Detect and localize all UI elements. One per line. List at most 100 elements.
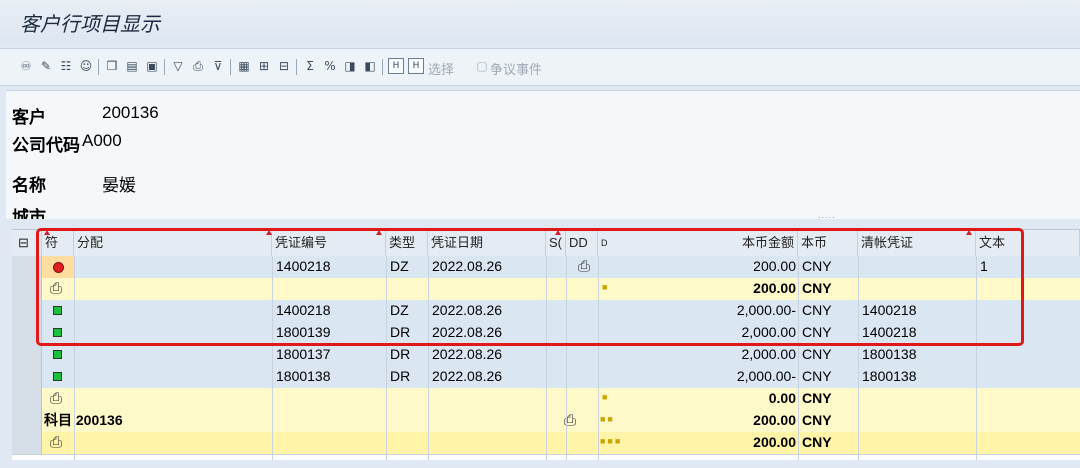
layout-icon[interactable]: ⊟ [12, 230, 42, 256]
row-selector[interactable] [12, 344, 42, 366]
row-selector[interactable] [12, 256, 42, 278]
company-code-label: 公司代码 [12, 136, 80, 155]
currency-cell: CNY [802, 368, 832, 384]
column-divider [566, 256, 567, 460]
layout2-icon[interactable]: ⊞ [256, 58, 272, 74]
row-background [42, 300, 1080, 322]
layout3-icon[interactable]: ⊟ [276, 58, 292, 74]
splitter-handle[interactable]: ..... [818, 211, 836, 220]
column-divider [798, 256, 799, 460]
column-divider [386, 256, 387, 460]
col-dd[interactable]: DD [566, 230, 598, 256]
amount-cell: 200.00 [753, 258, 796, 274]
sort-indicator [44, 230, 50, 235]
sort-indicator [376, 230, 382, 235]
row-background [42, 388, 1080, 410]
row-selector[interactable] [12, 366, 42, 388]
toolbar-separator [382, 59, 383, 75]
document-icon[interactable]: ⎙ [578, 258, 590, 275]
currency-cell: CNY [802, 324, 832, 340]
col-doc-date[interactable]: 凭证日期 [428, 230, 546, 256]
type-cell: DZ [390, 258, 409, 274]
document-icon[interactable]: ❒ [104, 58, 120, 74]
subtotal-icon: ⎙ [50, 390, 63, 407]
application-toolbar: ♾ ✎ ☷ ☺ ❒ ▤ ▣ ▽ ⎙ ⊽ ▦ ⊞ ⊟ Σ % ◨ ◧ H H 选择… [0, 48, 1080, 86]
sort-icon[interactable]: ⊽ [210, 58, 226, 74]
attach-icon[interactable]: ◧ [362, 58, 378, 74]
column-divider [272, 256, 273, 460]
row-selector[interactable] [12, 410, 42, 432]
date-cell: 2022.08.26 [432, 302, 503, 318]
currency-cell: CNY [802, 346, 832, 362]
sum-icon[interactable]: Σ [302, 58, 318, 74]
row-selector[interactable] [12, 300, 42, 322]
total-amount: 200.00 [753, 434, 796, 450]
h2-icon[interactable]: H [408, 58, 424, 74]
row-selector[interactable] [12, 322, 42, 344]
subtotal-icon: ⎙ [50, 280, 63, 297]
toolbar-separator [98, 59, 99, 75]
sort-indicator [966, 230, 972, 235]
col-amount[interactable]: D 本币金额 [598, 230, 798, 256]
row-selector[interactable] [12, 432, 42, 454]
type-cell: DR [390, 368, 411, 384]
filter-icon[interactable]: ▽ [170, 58, 186, 74]
date-cell: 2022.08.26 [432, 368, 503, 384]
h1-icon[interactable]: H [388, 58, 404, 74]
type-cell: DZ [390, 302, 409, 318]
export-icon[interactable]: ◨ [342, 58, 358, 74]
row-selector[interactable] [12, 388, 42, 410]
toolbar-separator [230, 59, 231, 75]
total-icon: ⎙ [50, 434, 63, 451]
status-green-icon [53, 372, 62, 381]
page-icon: ▢ [476, 59, 488, 73]
account-label: 科目 200136 [44, 412, 123, 428]
row-background [42, 278, 1080, 300]
col-clearing[interactable]: 清帐凭证 [858, 230, 976, 256]
row-background [42, 410, 1080, 432]
amount-cell: 2,000.00- [736, 302, 796, 318]
select-button[interactable]: 选择 [428, 59, 454, 78]
name-value: 晏媛 [102, 176, 136, 195]
date-cell: 2022.08.26 [432, 324, 503, 340]
toolbar-separator [296, 59, 297, 75]
name-label: 名称 [12, 176, 46, 195]
amount-cell: 2,000.00- [736, 368, 796, 384]
folder-icon[interactable]: ▤ [124, 58, 140, 74]
pencil-icon[interactable]: ✎ [38, 58, 54, 74]
line-items-grid: ⊟ 符 分配 凭证编号 类型 凭证日期 S( DD D 本币金额 本币 清帐凭证… [12, 229, 1080, 460]
subtotal-currency: CNY [802, 390, 832, 406]
layout-icon[interactable]: ▦ [236, 58, 252, 74]
row-selector[interactable] [12, 278, 42, 300]
type-cell: DR [390, 324, 411, 340]
col-d: D [601, 238, 608, 248]
status-green-icon [53, 328, 62, 337]
column-divider [74, 256, 75, 460]
person-icon[interactable]: ☺ [78, 58, 94, 74]
glasses-icon[interactable]: ♾ [18, 58, 34, 74]
column-divider [976, 256, 977, 460]
col-doc-no[interactable]: 凭证编号 [272, 230, 386, 256]
clearing-cell: 1400218 [862, 324, 917, 340]
total-currency: CNY [802, 434, 832, 450]
clearing-cell: 1800138 [862, 368, 917, 384]
text-cell: 1 [980, 258, 988, 274]
note-icon[interactable]: ▣ [144, 58, 160, 74]
city-label: 城市 [12, 208, 46, 219]
column-divider [546, 256, 547, 460]
column-divider [858, 256, 859, 460]
status-green-icon [53, 350, 62, 359]
toolbar-separator [164, 59, 165, 75]
row-background [42, 344, 1080, 366]
grid-icon[interactable]: ☷ [58, 58, 74, 74]
col-currency[interactable]: 本币 [798, 230, 858, 256]
subtotal-icon[interactable]: % [322, 58, 338, 74]
col-assign[interactable]: 分配 [74, 230, 272, 256]
col-type[interactable]: 类型 [386, 230, 428, 256]
type-cell: DR [390, 346, 411, 362]
print-icon[interactable]: ⎙ [190, 58, 206, 74]
company-code-value: A000 [82, 131, 122, 150]
col-text[interactable]: 文本 [976, 230, 1080, 256]
dispute-event-button[interactable]: 争议事件 [490, 59, 542, 78]
date-cell: 2022.08.26 [432, 346, 503, 362]
